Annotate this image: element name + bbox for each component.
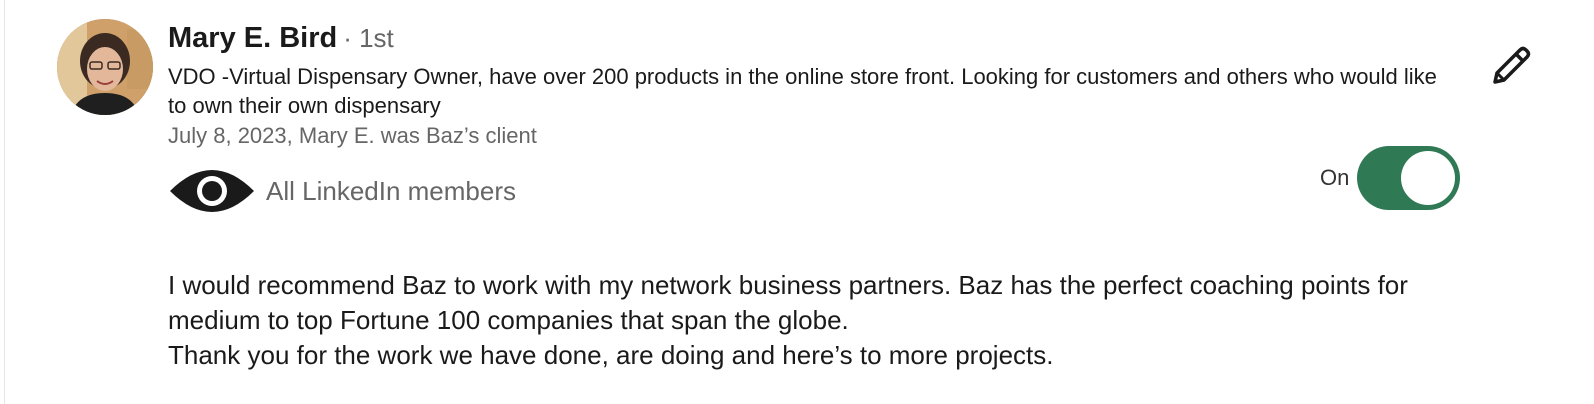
name-row: Mary E. Bird · 1st [168,22,1468,58]
avatar[interactable] [57,19,153,115]
author-headline: VDO -Virtual Dispensary Owner, have over… [168,64,1437,118]
recommendation-paragraph: Thank you for the work we have done, are… [168,340,1054,370]
show-recommendation-toggle-group: On [1320,146,1461,210]
recommendation-paragraph: I would recommend Baz to work with my ne… [168,270,1408,335]
connection-degree: · 1st [343,23,394,53]
avatar-portrait [57,19,153,115]
show-recommendation-toggle[interactable] [1357,146,1461,210]
edit-button[interactable] [1487,44,1533,90]
author-info: Mary E. Bird · 1st VDO -Virtual Dispensa… [168,22,1468,150]
toggle-state-label: On [1320,165,1350,190]
author-name[interactable]: Mary E. Bird [168,22,337,55]
visibility-label: All LinkedIn members [266,175,516,206]
visibility-setting: All LinkedIn members [168,163,516,219]
recommendation-card: Mary E. Bird · 1st VDO -Virtual Dispensa… [4,0,1594,404]
eye-icon [170,170,254,212]
recommendation-meta: July 8, 2023, Mary E. was Baz’s client [168,123,537,148]
recommendation-text: I would recommend Baz to work with my ne… [168,268,1468,373]
toggle-knob [1401,151,1456,205]
pencil-icon [1493,46,1531,84]
